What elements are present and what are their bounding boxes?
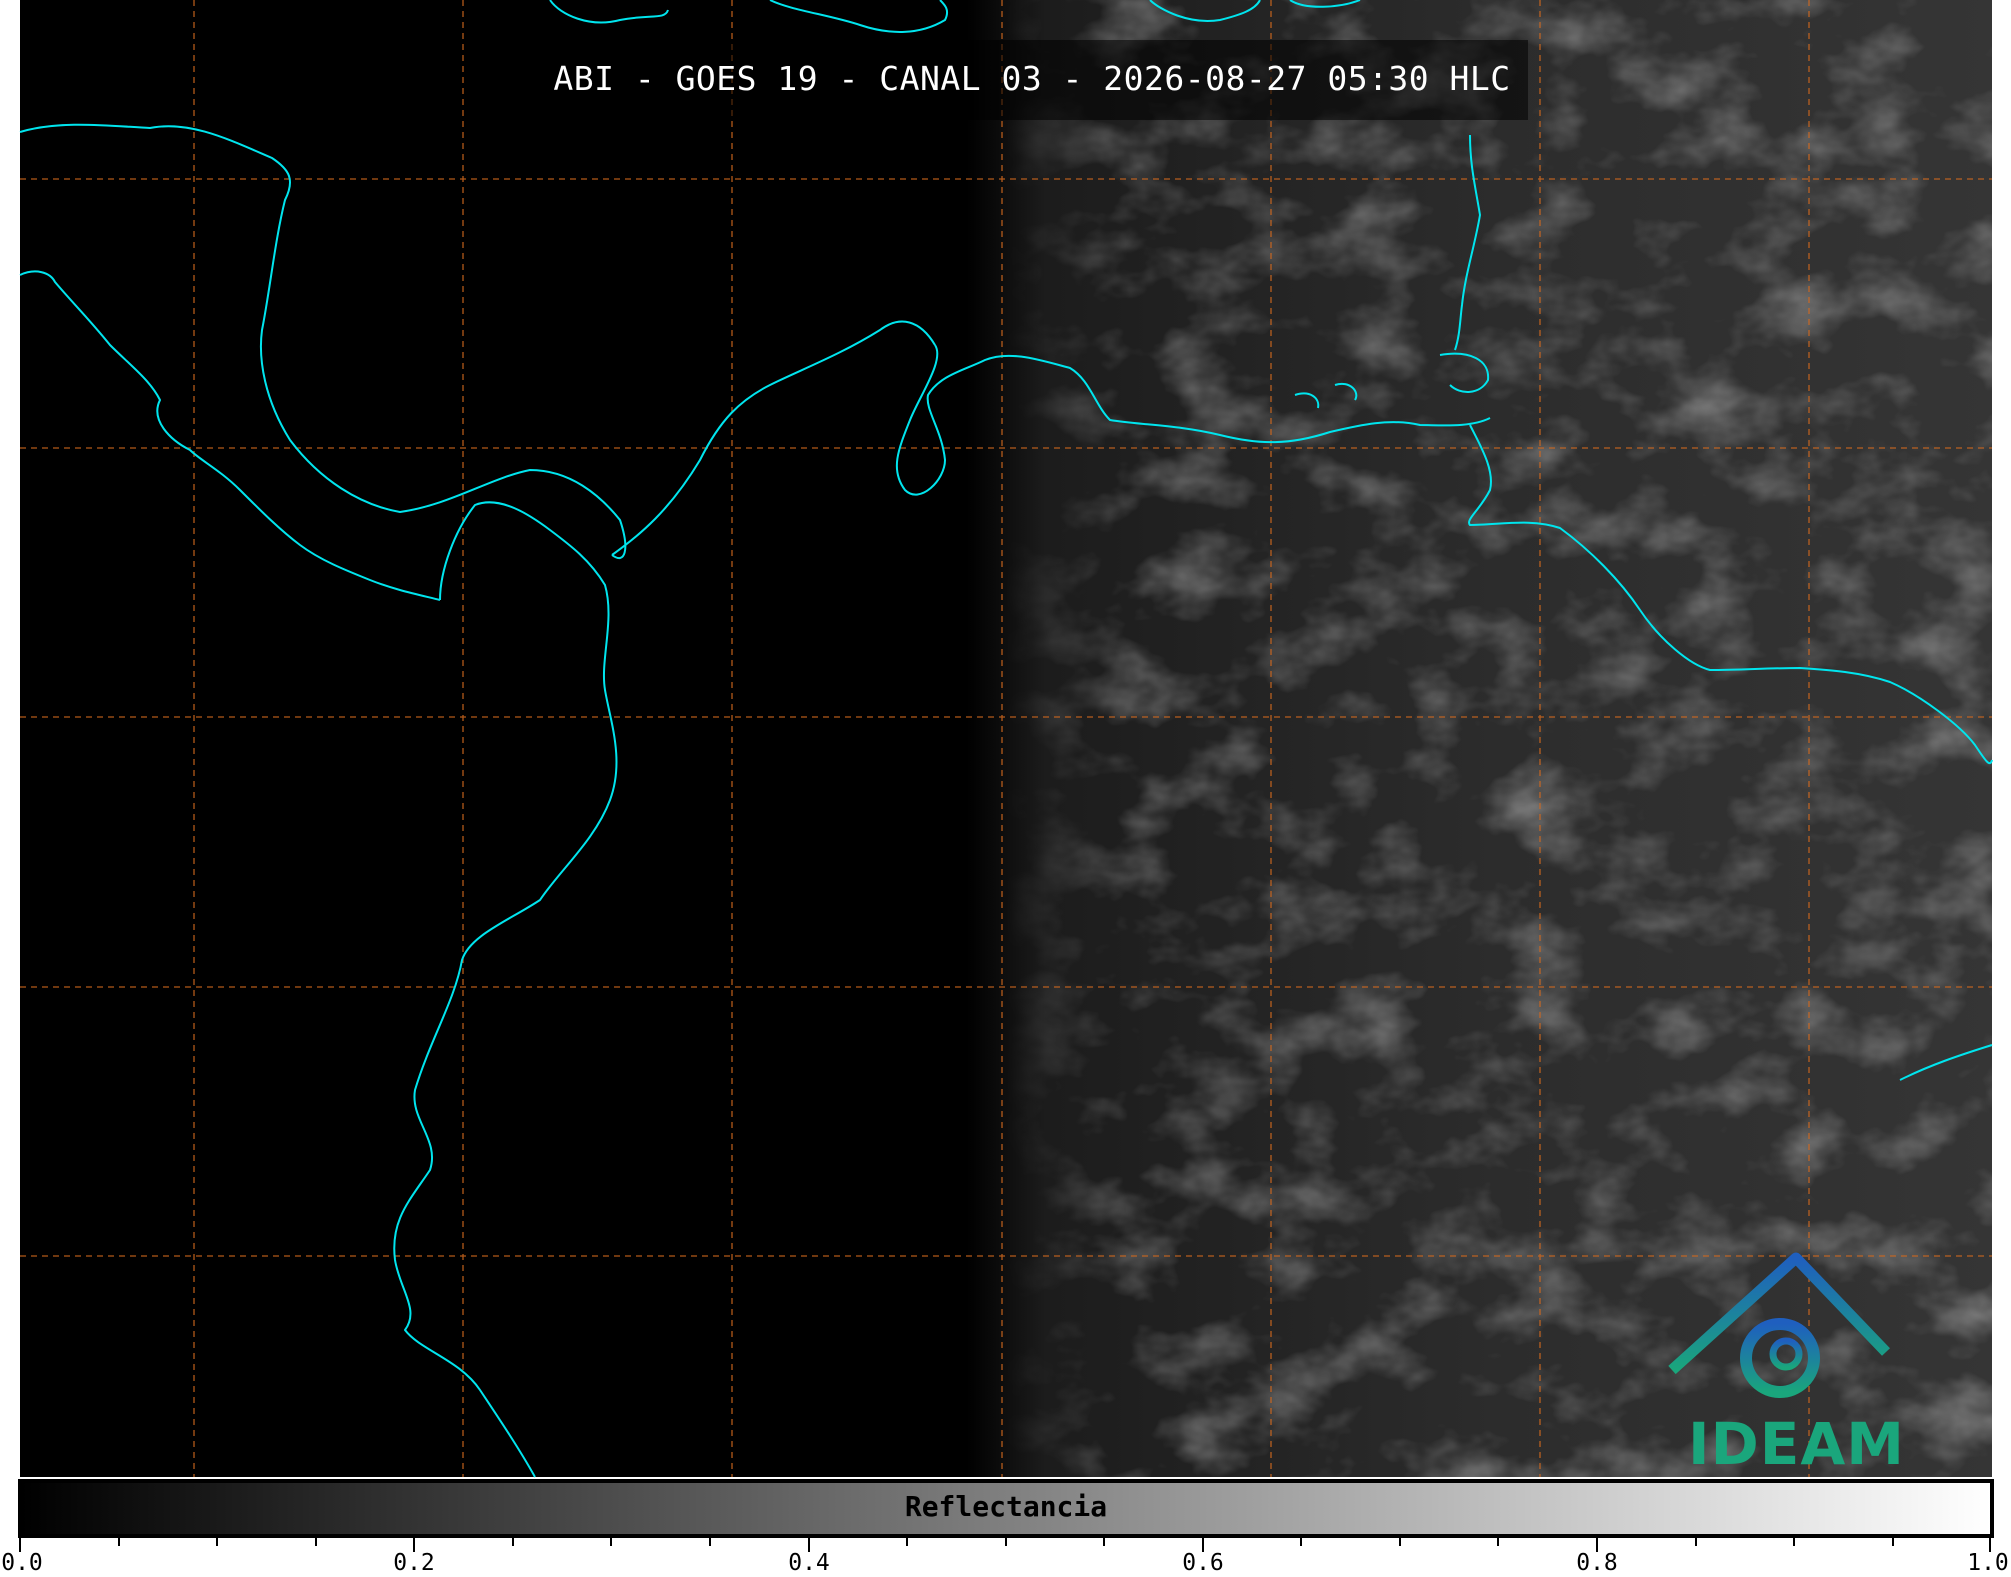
colorbar-tick-label: 0.2	[393, 1550, 435, 1576]
colorbar-tick-label: 1.0	[1967, 1550, 2009, 1576]
satellite-map	[18, 0, 1994, 1552]
colorbar-tick-label: 0.0	[1, 1550, 43, 1576]
colorbar-label: Reflectancia	[904, 1490, 1108, 1523]
logo-text: IDEAM	[1688, 1410, 1905, 1478]
colorbar-tick-label: 0.4	[788, 1550, 830, 1576]
colorbar-tick-label: 0.6	[1182, 1550, 1224, 1576]
colorbar-tick-label: 0.8	[1576, 1550, 1618, 1576]
map-title: ABI - GOES 19 - CANAL 03 - 2026-08-27 05…	[536, 40, 1528, 120]
